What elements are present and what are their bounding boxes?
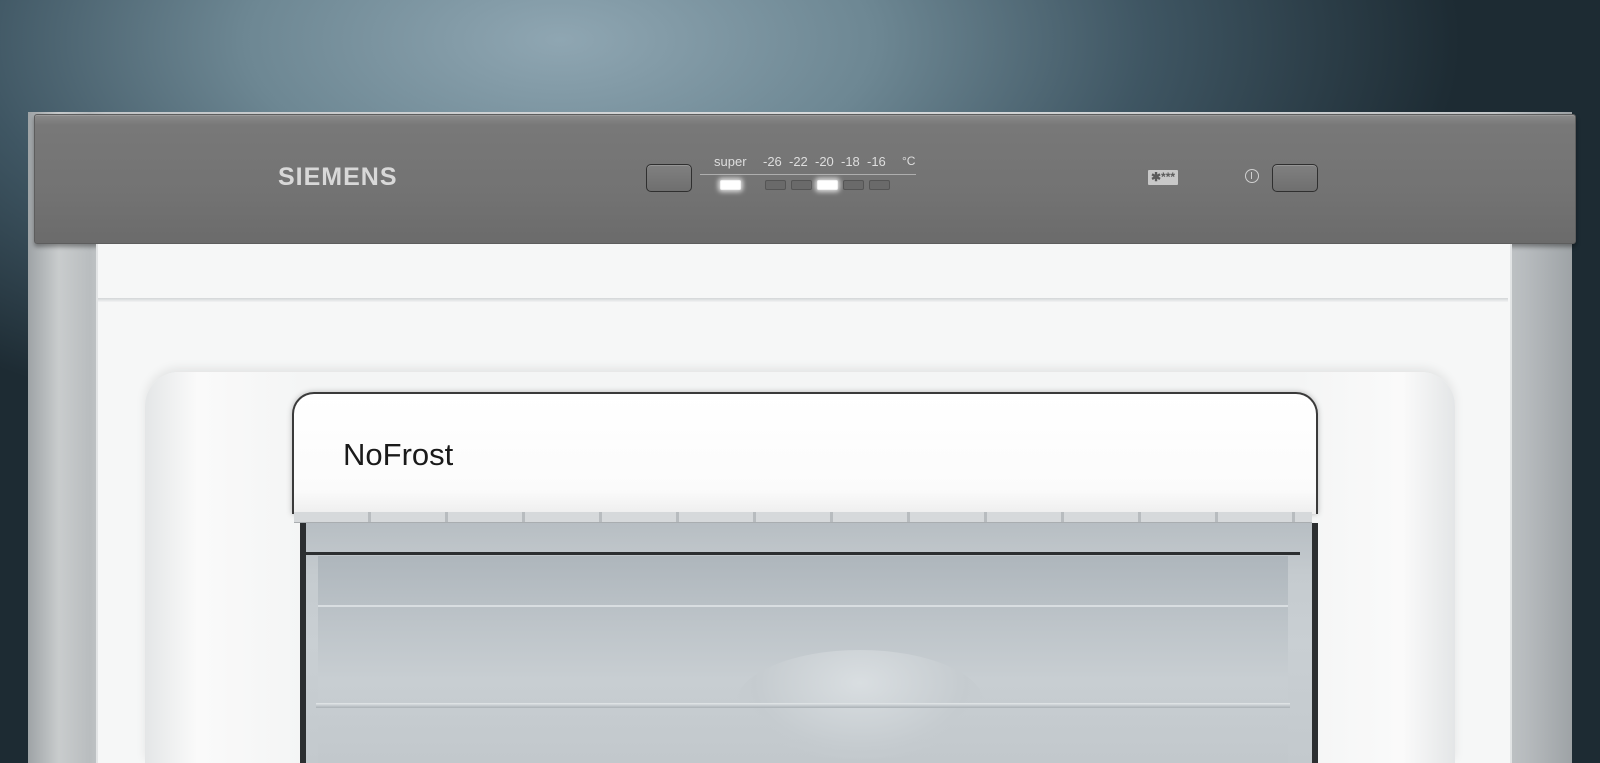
super-indicator-led [720,180,741,190]
temperature-scale-line [700,174,916,175]
temp-led-minus-26 [765,180,786,190]
temp-label-minus-26: -26 [763,154,782,169]
top-shelf-edge [98,298,1508,302]
scene-background: SIEMENS super -26 -22 -20 -18 -16 °C ✱**… [0,0,1600,763]
temp-led-minus-22 [791,180,812,190]
power-button[interactable] [1272,164,1318,192]
drawer-lower-ledge [316,703,1290,708]
drawer-vent-strip [294,512,1312,523]
temp-label-minus-16: -16 [867,154,886,169]
super-freeze-button[interactable] [646,164,692,192]
temp-led-minus-20 [817,180,838,190]
temp-led-minus-18 [843,180,864,190]
temp-label-minus-18: -18 [841,154,860,169]
drawer-ledge [318,605,1288,607]
temp-led-minus-16 [869,180,890,190]
brand-logo: SIEMENS [278,163,398,191]
super-label: super [714,154,747,169]
power-icon [1245,169,1259,183]
temp-label-minus-20: -20 [815,154,834,169]
temp-unit-label: °C [902,154,916,168]
star-rating-badge: ✱*** [1148,170,1179,185]
nofrost-label: NoFrost [343,437,454,472]
control-panel [34,114,1576,244]
temp-label-minus-22: -22 [789,154,808,169]
drawer-rim [306,552,1300,555]
